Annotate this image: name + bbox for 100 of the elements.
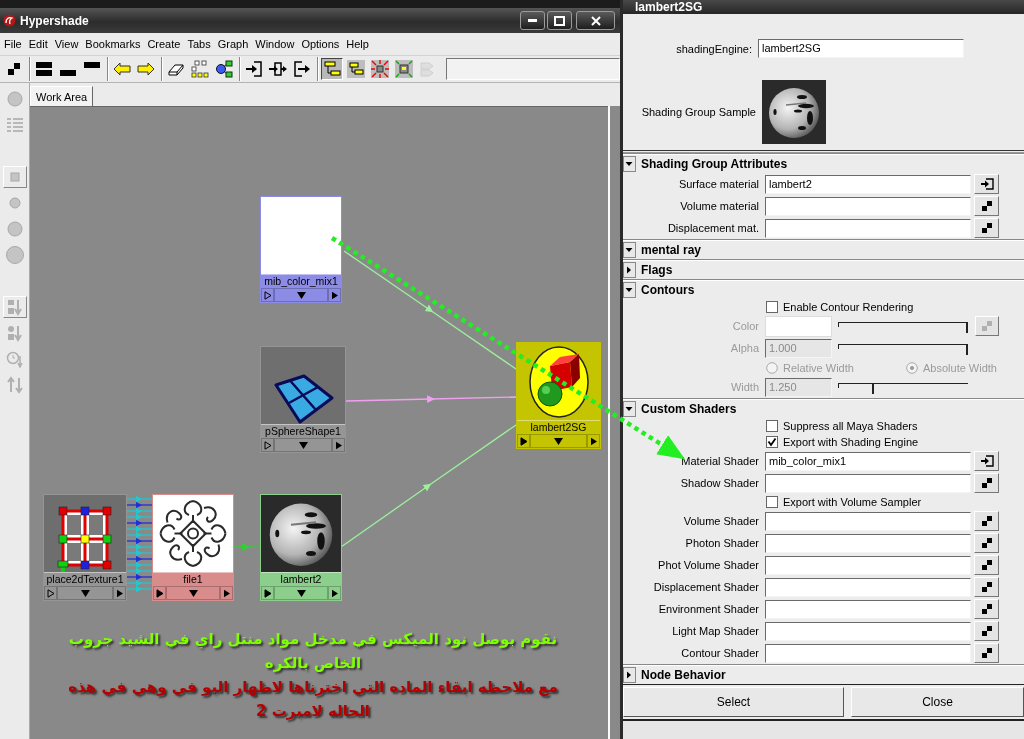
- menu-item[interactable]: Graph: [217, 38, 249, 50]
- tab[interactable]: Work Area: [30, 86, 94, 106]
- connection-line[interactable]: [124, 502, 153, 508]
- graph-node[interactable]: lambert2SG: [516, 342, 601, 449]
- connection-button[interactable]: [974, 451, 999, 471]
- connection-button[interactable]: [974, 174, 999, 194]
- section-header[interactable]: Custom Shaders: [623, 398, 1024, 418]
- graph-node[interactable]: place2dTexture1: [43, 494, 127, 601]
- map-button[interactable]: [974, 533, 999, 553]
- map-button[interactable]: [974, 621, 999, 641]
- close-icon[interactable]: [590, 15, 601, 26]
- map-button[interactable]: [974, 555, 999, 575]
- text-field[interactable]: mib_color_mix1: [765, 451, 971, 471]
- node-menu-icon[interactable]: [80, 589, 90, 597]
- node-menu-icon[interactable]: [298, 441, 308, 449]
- map-button[interactable]: [974, 599, 999, 619]
- map-button[interactable]: [974, 511, 999, 531]
- checker-icon[interactable]: [981, 560, 992, 570]
- connection-line[interactable]: [231, 543, 261, 551]
- output-port-icon[interactable]: [115, 588, 124, 598]
- menu-item[interactable]: Bookmarks: [85, 38, 141, 50]
- output-port-icon[interactable]: [330, 588, 339, 598]
- menu-item[interactable]: Help: [346, 38, 369, 50]
- map-button[interactable]: [974, 218, 999, 238]
- menu-item[interactable]: File: [4, 38, 22, 50]
- field-label: Phot Volume Shader: [657, 559, 759, 571]
- checker-icon[interactable]: [981, 223, 992, 233]
- minimize-button[interactable]: [520, 11, 545, 30]
- toolbar-field[interactable]: [446, 58, 620, 80]
- dialog-button[interactable]: Select: [623, 687, 844, 717]
- annotation-text: مع ملاحظه ابقاء الماده التي اخترناها لاظهار اليو في وهي في هذه الحاله لامبرت 2: [67, 677, 559, 722]
- graph-node[interactable]: pSphereShape1: [260, 346, 346, 453]
- checker-icon[interactable]: [981, 626, 992, 636]
- maximize-button[interactable]: [547, 11, 572, 30]
- checker-icon[interactable]: [981, 604, 992, 614]
- map-button[interactable]: [974, 473, 999, 493]
- section-header[interactable]: Node Behavior: [623, 664, 1024, 684]
- text-field[interactable]: [765, 643, 971, 663]
- section-header[interactable]: mental ray: [623, 239, 1024, 259]
- output-port-icon[interactable]: [330, 290, 339, 300]
- map-button[interactable]: [974, 196, 999, 216]
- text-field[interactable]: [765, 555, 971, 575]
- text-field[interactable]: [765, 218, 971, 238]
- text-field[interactable]: [765, 533, 971, 553]
- menu-item[interactable]: View: [54, 38, 79, 50]
- map-button[interactable]: [974, 577, 999, 597]
- graph-node[interactable]: file1: [152, 494, 234, 601]
- section-header[interactable]: Flags: [623, 259, 1024, 279]
- text-field[interactable]: lambert2SG: [758, 39, 964, 58]
- input-port-icon[interactable]: [263, 588, 272, 598]
- checkbox[interactable]: [766, 496, 778, 508]
- graph-node[interactable]: mib_color_mix1: [260, 196, 342, 303]
- input-port-icon[interactable]: [519, 436, 528, 446]
- section-header[interactable]: Contours: [623, 279, 1024, 299]
- text-field[interactable]: [765, 599, 971, 619]
- map-button[interactable]: [974, 643, 999, 663]
- node-menu-icon[interactable]: [188, 589, 198, 597]
- checker-icon[interactable]: [981, 478, 992, 488]
- node-menu-icon[interactable]: [554, 437, 563, 445]
- close-button[interactable]: [576, 11, 615, 30]
- menu-item[interactable]: Edit: [28, 38, 48, 50]
- menu-item[interactable]: Create: [147, 38, 181, 50]
- checkbox[interactable]: [766, 420, 778, 432]
- output-port-icon[interactable]: [222, 588, 231, 598]
- placement-swatch-icon: [44, 495, 126, 572]
- menu-item[interactable]: Options: [301, 38, 340, 50]
- connection-line[interactable]: [124, 574, 153, 580]
- input-port-icon[interactable]: [46, 588, 55, 598]
- text-field[interactable]: [765, 511, 971, 531]
- node-menu-icon[interactable]: [296, 291, 306, 299]
- maximize-icon[interactable]: [554, 15, 565, 26]
- checkbox[interactable]: [766, 301, 778, 313]
- graph-node[interactable]: lambert2: [260, 494, 342, 601]
- output-port-icon[interactable]: [589, 436, 598, 446]
- checkbox[interactable]: [766, 436, 778, 448]
- text-field[interactable]: [765, 621, 971, 641]
- checker-icon[interactable]: [981, 648, 992, 658]
- checker-icon[interactable]: [981, 582, 992, 592]
- checker-icon[interactable]: [982, 321, 992, 331]
- output-port-icon[interactable]: [334, 440, 343, 450]
- input-port-icon[interactable]: [263, 290, 272, 300]
- checker-icon[interactable]: [981, 538, 992, 548]
- dialog-button[interactable]: Close: [851, 687, 1024, 717]
- text-field[interactable]: [765, 577, 971, 597]
- text-field[interactable]: lambert2: [765, 174, 971, 194]
- menu-item[interactable]: Window: [255, 38, 295, 50]
- section-header[interactable]: Shading Group Attributes: [623, 153, 1024, 173]
- input-connection-icon[interactable]: [979, 455, 994, 467]
- node-menu-icon[interactable]: [296, 589, 306, 597]
- input-connection-icon[interactable]: [979, 178, 994, 190]
- menu-item[interactable]: Tabs: [187, 38, 211, 50]
- connection-line[interactable]: [124, 520, 153, 526]
- checker-icon[interactable]: [981, 516, 992, 526]
- connection-line[interactable]: [124, 538, 153, 544]
- input-port-icon[interactable]: [263, 440, 272, 450]
- text-field[interactable]: [765, 473, 971, 493]
- checker-icon[interactable]: [981, 201, 992, 211]
- text-field[interactable]: [765, 196, 971, 216]
- input-port-icon[interactable]: [155, 588, 164, 598]
- connection-line[interactable]: [124, 556, 153, 562]
